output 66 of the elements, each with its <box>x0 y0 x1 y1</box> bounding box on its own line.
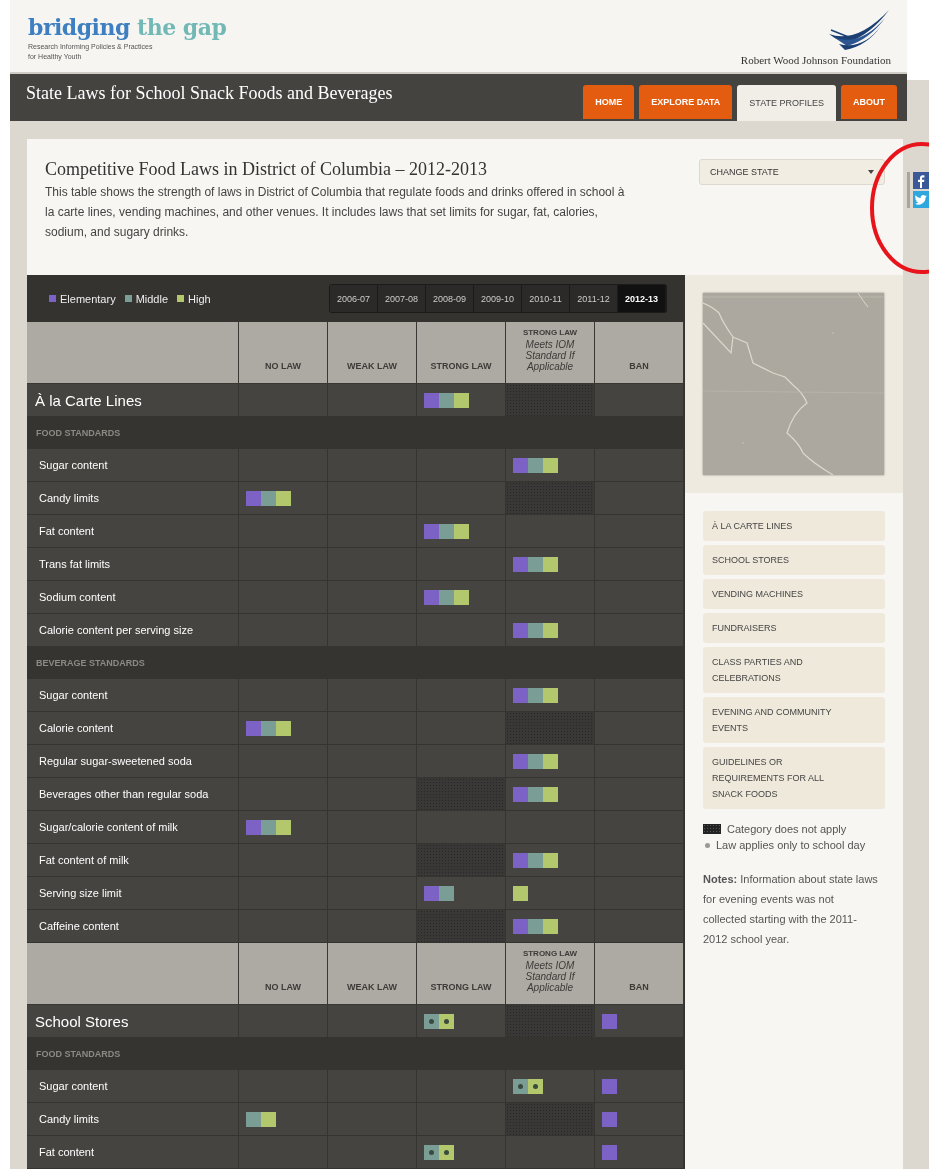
row-label: Fat content of milk <box>27 844 239 877</box>
venue-link[interactable]: EVENING AND COMMUNITY EVENTS <box>703 697 885 743</box>
column-heading: STRONG LAW <box>417 943 506 1005</box>
year-tab[interactable]: 2007-08 <box>378 285 426 312</box>
row-label: Sodium content <box>27 581 239 614</box>
year-tab[interactable]: 2009-10 <box>474 285 522 312</box>
caret-icon <box>868 170 874 174</box>
venue-link[interactable]: FUNDRAISERS <box>703 613 885 643</box>
column-heading: NO LAW <box>239 943 328 1005</box>
nav-tab[interactable]: STATE PROFILES <box>737 85 836 121</box>
row-label: Candy limits <box>27 482 239 515</box>
column-note: Meets IOM Standard If Applicable <box>524 960 577 993</box>
row-label: Regular sugar-sweetened soda <box>27 745 239 778</box>
notes-text: Notes: Information about state laws for evening events was not collected starting with the 2011-2012 school year. <box>703 872 879 947</box>
year-tab[interactable]: 2008-09 <box>426 285 474 312</box>
nav-tab[interactable]: HOME <box>583 85 635 119</box>
column-heading: STRONG LAW <box>522 328 578 337</box>
description: This table shows the strength of laws in District of Columbia that regulate foods and drinks offered in school à la carte lines, vending machines, and other venues. It includes laws that set limits for sugar, fat, calories, sodium, and sugary drinks. <box>45 184 626 241</box>
row-label: Trans fat limits <box>27 548 239 581</box>
row-label: Fat content <box>27 515 239 548</box>
row-label: Caffeine content <box>27 910 239 943</box>
legend-label: Middle <box>135 292 169 305</box>
column-heading: BAN <box>595 943 684 1005</box>
venue-title: School Stores <box>27 1005 239 1038</box>
key-label: Category does not apply <box>727 823 847 835</box>
row-label: Calorie content <box>27 712 239 745</box>
bird-wings-icon <box>827 8 891 50</box>
logo-text[interactable]: bridging the gap <box>28 14 227 40</box>
page-title: Competitive Food Laws in District of Columbia – 2012-2013 <box>45 159 488 180</box>
year-tab[interactable]: 2006-07 <box>330 285 378 312</box>
venue-title: À la Carte Lines <box>27 384 239 417</box>
facebook-icon[interactable] <box>913 172 929 189</box>
venue-link[interactable]: CLASS PARTIES AND CELEBRATIONS <box>703 647 885 693</box>
venue-link[interactable]: GUIDELINES OR REQUIREMENTS FOR ALL SNACK FOODS <box>703 747 885 809</box>
column-heading: STRONG LAW <box>417 322 506 384</box>
row-label: Calorie content per serving size <box>27 614 239 647</box>
venue-link[interactable]: À LA CARTE LINES <box>703 511 885 541</box>
row-label: Sugar content <box>27 449 239 482</box>
year-tab[interactable]: 2010-11 <box>522 285 570 312</box>
row-label: Serving size limit <box>27 877 239 910</box>
site-title: State Laws for School Snack Foods and Beverages <box>26 82 393 104</box>
row-label: Beverages other than regular soda <box>27 778 239 811</box>
legend-label: Elementary <box>60 292 116 305</box>
nav-tab[interactable]: ABOUT <box>841 85 897 119</box>
state-dropdown[interactable]: CHANGE STATE <box>699 159 885 185</box>
row-label: Candy limits <box>27 1103 239 1136</box>
row-label: Sugar/calorie content of milk <box>27 811 239 844</box>
row-label: Sugar content <box>27 1070 239 1103</box>
venue-link[interactable]: VENDING MACHINES <box>703 579 885 609</box>
nav-tab[interactable]: EXPLORE DATA <box>639 85 733 119</box>
dot-icon <box>705 842 710 848</box>
legend-label: High <box>188 292 211 305</box>
row-label: Sugar content <box>27 679 239 712</box>
column-heading: NO LAW <box>239 322 328 384</box>
foundation-name: Robert Wood Johnson Foundation <box>740 54 891 66</box>
year-tab[interactable]: 2011-12 <box>570 285 618 312</box>
column-note: Meets IOM Standard If Applicable <box>524 339 577 372</box>
column-heading: BAN <box>595 322 684 384</box>
year-tab[interactable]: 2012-13 <box>618 285 666 312</box>
hatched-swatch-icon <box>703 824 721 834</box>
column-heading: STRONG LAW <box>522 949 578 958</box>
venue-link[interactable]: SCHOOL STORES <box>703 545 885 575</box>
column-heading: WEAK LAW <box>328 943 417 1005</box>
row-label: Fat content <box>27 1136 239 1169</box>
column-heading: WEAK LAW <box>328 322 417 384</box>
key-label: Law applies only to school day <box>716 839 866 851</box>
